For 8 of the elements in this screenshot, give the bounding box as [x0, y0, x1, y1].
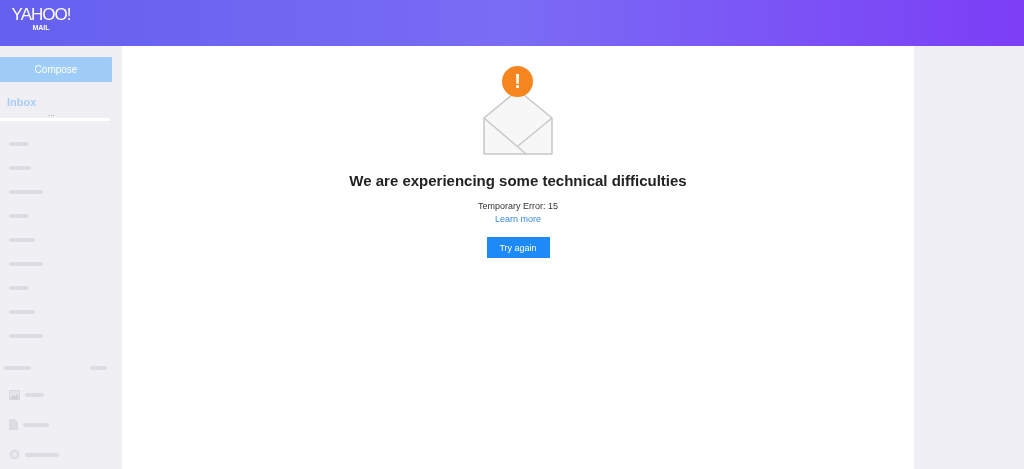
try-again-button[interactable]: Try again	[486, 237, 550, 258]
error-title: We are experiencing some technical difficulties	[349, 172, 687, 190]
image-icon	[9, 389, 20, 400]
logo-text[interactable]: YAHOO!	[11, 6, 71, 24]
more-button[interactable]: ...	[48, 110, 55, 118]
warning-badge: !	[502, 66, 533, 97]
learn-more-link[interactable]: Learn more	[495, 214, 541, 225]
error-detail: Temporary Error: 15	[478, 201, 558, 212]
